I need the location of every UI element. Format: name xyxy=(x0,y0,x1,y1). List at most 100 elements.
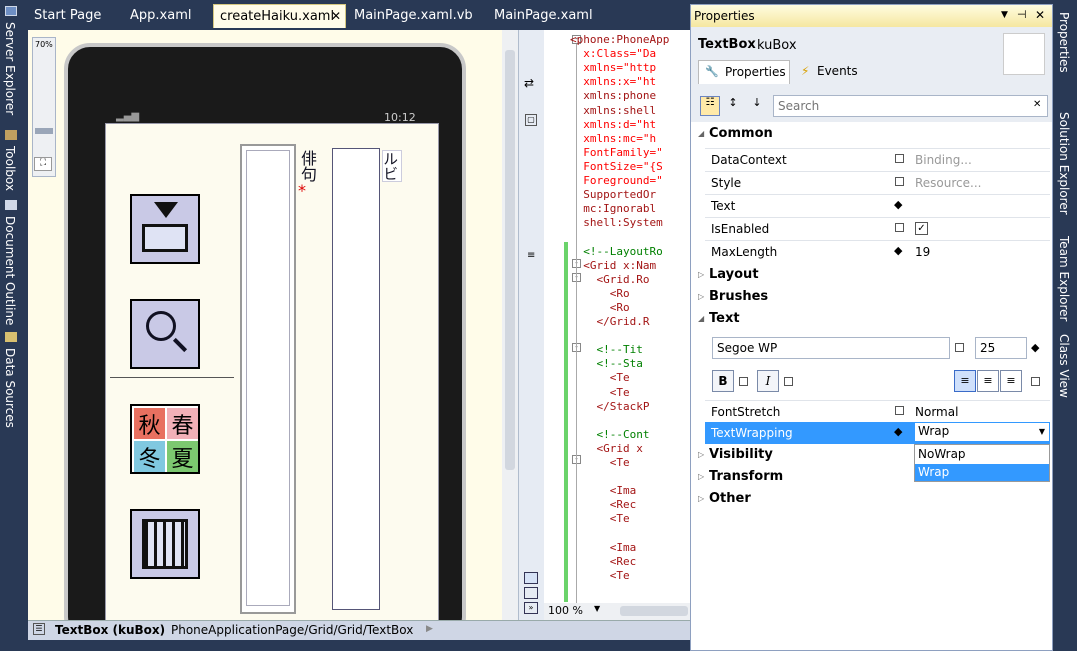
property-label: IsEnabled xyxy=(711,222,770,236)
category-other[interactable]: ▷ Other xyxy=(698,491,751,506)
code-zoom[interactable]: 100 % xyxy=(548,604,583,617)
property-row[interactable]: Style Resource... xyxy=(705,171,1050,193)
property-marker[interactable] xyxy=(895,223,904,232)
property-label: DataContext xyxy=(711,153,787,167)
category-brushes[interactable]: ▷ Brushes xyxy=(698,289,768,304)
dropdown-option-wrap[interactable]: Wrap xyxy=(915,464,1049,481)
bold-button[interactable]: B xyxy=(712,370,734,392)
category-layout[interactable]: ▷ Layout xyxy=(698,267,759,282)
close-icon[interactable]: ✕ xyxy=(1035,8,1045,22)
team-explorer-tab[interactable]: Team Explorer xyxy=(1057,236,1071,322)
tab-mainpage-xaml-vb[interactable]: MainPage.xaml.vb xyxy=(348,4,479,28)
tab-mainpage-xaml[interactable]: MainPage.xaml xyxy=(488,4,599,28)
align-center-button[interactable]: ≡ xyxy=(977,370,999,392)
signal-icon: ▂▄▆ xyxy=(116,111,140,122)
close-icon[interactable]: ✕ xyxy=(331,9,341,23)
document-outline-icon[interactable]: ☰ xyxy=(33,623,45,635)
change-margin xyxy=(564,242,568,602)
italic-marker[interactable] xyxy=(784,377,793,386)
category-text[interactable]: ◢ Text xyxy=(698,311,740,326)
property-marker[interactable] xyxy=(895,154,904,163)
element-path[interactable]: PhoneApplicationPage/Grid/Grid/TextBox xyxy=(171,623,413,637)
property-font-stretch[interactable]: FontStretch Normal xyxy=(705,400,1050,422)
tab-app-xaml[interactable]: App.xaml xyxy=(124,4,197,28)
tab-start-page[interactable]: Start Page xyxy=(28,4,107,28)
fit-to-screen-icon[interactable]: ⛶ xyxy=(34,157,52,171)
category-common[interactable]: ◢ Common xyxy=(698,126,773,141)
ruby-textbox[interactable] xyxy=(332,148,380,610)
server-explorer-tab[interactable]: Server Explorer xyxy=(3,22,17,115)
document-outline-tab[interactable]: Document Outline xyxy=(3,216,17,325)
toolbox-tab[interactable]: Toolbox xyxy=(3,146,17,191)
text-wrapping-select[interactable]: Wrap ▼ xyxy=(914,422,1050,442)
class-view-tab[interactable]: Class View xyxy=(1057,334,1071,398)
font-size-field[interactable]: 25 xyxy=(975,337,1027,359)
property-marker[interactable] xyxy=(895,406,904,415)
property-marker[interactable] xyxy=(895,177,904,186)
code-line: xmlns:mc="h xyxy=(570,131,657,145)
property-marker[interactable]: ◆ xyxy=(894,198,903,211)
code-line: <Te xyxy=(570,371,630,385)
designer-vscroll[interactable] xyxy=(502,30,518,620)
dropdown-option-nowrap[interactable]: NoWrap xyxy=(915,446,1049,463)
element-name[interactable]: kuBox xyxy=(757,38,797,53)
chevron-right-icon[interactable]: ▶ xyxy=(426,624,433,634)
property-value[interactable]: ✓ xyxy=(915,222,928,235)
property-row[interactable]: Text ◆ xyxy=(705,194,1050,216)
dropdown-icon[interactable]: ▼ xyxy=(1001,10,1008,20)
search-input[interactable] xyxy=(773,95,1048,117)
category-visibility[interactable]: ▷ Visibility xyxy=(698,447,773,462)
filter-button[interactable]: ↓ xyxy=(747,96,767,116)
vertical-split-icon[interactable] xyxy=(524,572,538,584)
bold-marker[interactable] xyxy=(739,377,748,386)
property-value[interactable]: 19 xyxy=(915,245,930,259)
clear-search-icon[interactable]: ✕ xyxy=(1033,99,1041,110)
property-marker[interactable]: ◆ xyxy=(894,244,903,257)
align-left-button[interactable]: ≡ xyxy=(954,370,976,392)
bottom-edge xyxy=(28,640,690,651)
property-label: Style xyxy=(711,176,742,190)
property-row[interactable]: MaxLength ◆ 19 xyxy=(705,240,1050,262)
search-button[interactable] xyxy=(130,299,200,369)
haiku-textbox[interactable] xyxy=(240,144,296,614)
property-marker[interactable]: ◆ xyxy=(894,425,903,438)
tab-events[interactable]: ⚡ Events xyxy=(799,60,879,84)
code-line: <Rec xyxy=(570,498,637,512)
chevron-down-icon[interactable]: ▼ xyxy=(594,604,600,613)
align-marker[interactable] xyxy=(1031,377,1040,386)
list-button[interactable] xyxy=(130,509,200,579)
tab-properties[interactable]: 🔧 Properties xyxy=(698,60,790,84)
xaml-editor[interactable]: - - - - - <phone:PhoneApp x:Class="Da xm… xyxy=(544,30,690,603)
data-sources-tab[interactable]: Data Sources xyxy=(3,348,17,428)
zoom-slider[interactable]: 70% xyxy=(32,37,56,177)
font-size-marker[interactable]: ◆ xyxy=(1031,341,1039,354)
font-family-marker[interactable] xyxy=(955,343,964,352)
margin-arrow xyxy=(110,377,234,378)
zoom-thumb[interactable] xyxy=(35,128,53,134)
property-row[interactable]: IsEnabled ✓ xyxy=(705,217,1050,239)
expand-icon[interactable]: » xyxy=(524,602,538,614)
property-row[interactable]: DataContext Binding... xyxy=(705,148,1050,170)
property-value[interactable]: Binding... xyxy=(915,153,972,167)
category-transform[interactable]: ▷ Transform xyxy=(698,469,783,484)
tab-createhaiku-xaml[interactable]: createHaiku.xaml ✕ xyxy=(213,4,346,28)
sort-alpha-button[interactable]: ↕ xyxy=(723,96,743,116)
seasons-button[interactable]: 秋 春 冬 夏 xyxy=(130,404,200,474)
solution-explorer-tab[interactable]: Solution Explorer xyxy=(1057,112,1071,215)
pin-icon[interactable]: ⊣ xyxy=(1017,8,1027,21)
font-family-field[interactable]: Segoe WP xyxy=(712,337,950,359)
code-line: <Ro xyxy=(570,300,630,314)
editor-hscroll[interactable] xyxy=(620,606,688,616)
swap-panes-icon[interactable]: ⇄ xyxy=(524,76,534,90)
open-folder-button[interactable] xyxy=(130,194,200,264)
align-right-button[interactable]: ≡ xyxy=(1000,370,1022,392)
collapse-pane-icon[interactable]: ▢ xyxy=(525,114,537,126)
season-spring: 春 xyxy=(167,408,198,439)
properties-side-tab[interactable]: Properties xyxy=(1057,12,1071,73)
property-value[interactable]: Resource... xyxy=(915,176,981,190)
italic-button[interactable]: I xyxy=(757,370,779,392)
categorize-button[interactable]: ☷ xyxy=(700,96,720,116)
selected-element[interactable]: TextBox (kuBox) xyxy=(55,623,165,637)
horizontal-split-icon[interactable] xyxy=(524,587,538,599)
splitter-handle[interactable]: ≡ xyxy=(527,250,535,261)
